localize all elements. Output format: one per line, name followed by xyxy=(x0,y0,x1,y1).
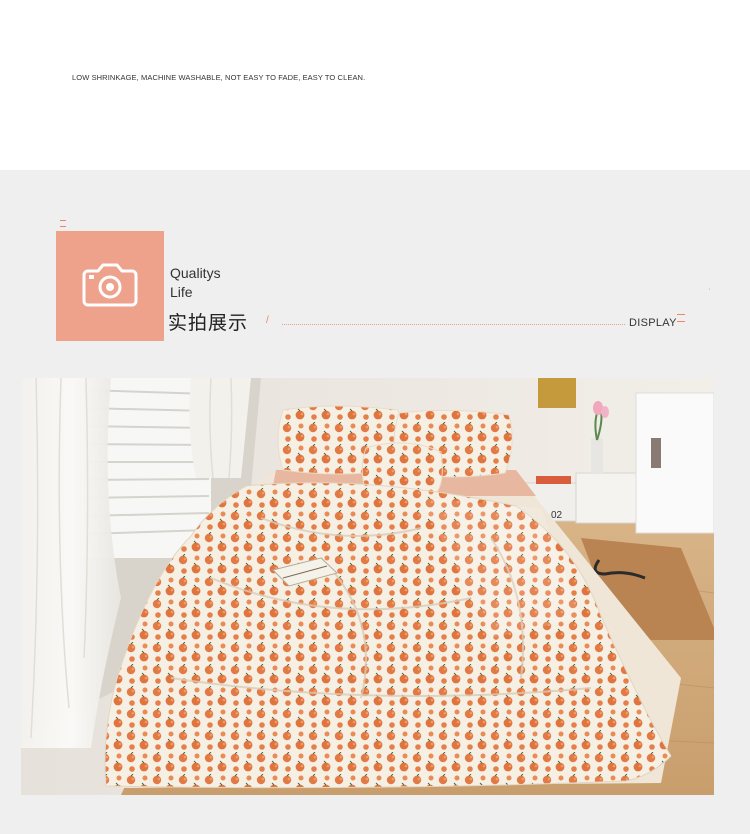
accent-dash-icon xyxy=(60,220,66,227)
title-en-line2: Life xyxy=(170,284,193,300)
tagline-text: LOW SHRINKAGE, MACHINE WASHABLE, NOT EAS… xyxy=(72,73,366,82)
title-cn: 实拍展示 xyxy=(168,312,249,334)
title-en-line1: Qualitys xyxy=(170,265,221,281)
slash-divider: / xyxy=(266,315,269,326)
camera-icon xyxy=(82,263,138,307)
bedroom-photo: 02 xyxy=(21,378,714,795)
camera-badge xyxy=(56,231,164,341)
top-band: LOW SHRINKAGE, MACHINE WASHABLE, NOT EAS… xyxy=(0,0,750,170)
bedroom-illustration: 02 xyxy=(21,378,714,795)
display-mark-icon xyxy=(677,314,685,322)
dotted-divider xyxy=(282,324,625,325)
display-label: DISPLAY xyxy=(629,317,677,329)
tick-mark: ' xyxy=(709,289,711,295)
